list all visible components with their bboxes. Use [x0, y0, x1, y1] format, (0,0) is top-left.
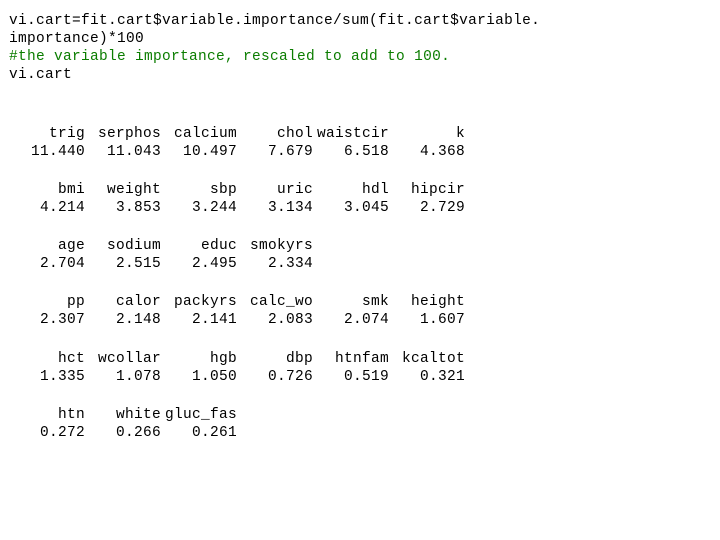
output-cell: 3.134 [237, 199, 313, 217]
output-cell: weight [85, 181, 161, 199]
output-cell [237, 424, 313, 442]
output-cell: chol [237, 125, 313, 143]
output-cell: 3.853 [85, 199, 161, 217]
output-cell: 2.074 [313, 311, 389, 329]
output-row: 11.44011.04310.4977.6796.5184.368 [9, 143, 711, 161]
output-cell: hdl [313, 181, 389, 199]
output-row: htnwhitegluc_fas [9, 406, 711, 424]
output-cell [389, 424, 465, 442]
output-cell: calc_wo [237, 293, 313, 311]
output-cell: 2.083 [237, 311, 313, 329]
output-cell: height [389, 293, 465, 311]
output-cell: 6.518 [313, 143, 389, 161]
output-cell: packyrs [161, 293, 237, 311]
output-cell: 2.141 [161, 311, 237, 329]
output-cell: 0.726 [237, 368, 313, 386]
code-comment: #the variable importance, rescaled to ad… [9, 48, 711, 66]
output-cell: 0.261 [161, 424, 237, 442]
output-cell: htnfam [313, 350, 389, 368]
output-cell [313, 255, 389, 273]
output-cell: htn [9, 406, 85, 424]
output-cell: 11.043 [85, 143, 161, 161]
output-cell: sodium [85, 237, 161, 255]
output-cell: 2.307 [9, 311, 85, 329]
output-row: bmiweightsbpurichdlhipcir [9, 181, 711, 199]
output-cell: smk [313, 293, 389, 311]
output-row: 1.3351.0781.0500.7260.5190.321 [9, 368, 711, 386]
output-cell: uric [237, 181, 313, 199]
code-line-3: vi.cart [9, 66, 711, 84]
output-cell: kcaltot [389, 350, 465, 368]
output-cell: smokyrs [237, 237, 313, 255]
output-cell: dbp [237, 350, 313, 368]
output-cell: gluc_fas [161, 406, 237, 424]
output-cell: 4.214 [9, 199, 85, 217]
output-row: ppcalorpackyrscalc_wosmkheight [9, 293, 711, 311]
output-cell: calor [85, 293, 161, 311]
output-cell [389, 255, 465, 273]
output-cell [313, 406, 389, 424]
output-cell: 1.607 [389, 311, 465, 329]
output-row: 2.3072.1482.1412.0832.0741.607 [9, 311, 711, 329]
output-cell: 2.334 [237, 255, 313, 273]
output-cell: wcollar [85, 350, 161, 368]
output-cell: 0.321 [389, 368, 465, 386]
output-cell [313, 424, 389, 442]
output-cell: pp [9, 293, 85, 311]
output-cell [389, 406, 465, 424]
output-cell: 11.440 [9, 143, 85, 161]
output-cell: 3.045 [313, 199, 389, 217]
output-cell: bmi [9, 181, 85, 199]
r-output-block: trigserphoscalciumcholwaistcirk11.44011.… [9, 105, 711, 443]
output-cell: 2.495 [161, 255, 237, 273]
output-cell: hgb [161, 350, 237, 368]
output-cell [389, 237, 465, 255]
output-cell: 4.368 [389, 143, 465, 161]
output-cell: white [85, 406, 161, 424]
output-row: 0.2720.2660.261 [9, 424, 711, 442]
output-cell: 10.497 [161, 143, 237, 161]
output-cell: k [389, 125, 465, 143]
output-cell: trig [9, 125, 85, 143]
output-cell: 2.148 [85, 311, 161, 329]
output-row: hctwcollarhgbdbphtnfamkcaltot [9, 350, 711, 368]
output-cell: 1.050 [161, 368, 237, 386]
output-cell: calcium [161, 125, 237, 143]
output-cell: age [9, 237, 85, 255]
output-cell: 3.244 [161, 199, 237, 217]
output-cell: serphos [85, 125, 161, 143]
output-row: 4.2143.8533.2443.1343.0452.729 [9, 199, 711, 217]
output-cell: hct [9, 350, 85, 368]
output-cell: hipcir [389, 181, 465, 199]
output-cell: 0.519 [313, 368, 389, 386]
output-cell: 0.272 [9, 424, 85, 442]
output-row: agesodiumeducsmokyrs [9, 237, 711, 255]
output-cell: waistcir [313, 125, 389, 143]
output-cell: 0.266 [85, 424, 161, 442]
output-cell: educ [161, 237, 237, 255]
code-line-1: vi.cart=fit.cart$variable.importance/sum… [9, 12, 711, 30]
output-cell: 2.515 [85, 255, 161, 273]
output-row: 2.7042.5152.4952.334 [9, 255, 711, 273]
output-cell: 2.704 [9, 255, 85, 273]
output-cell: 1.335 [9, 368, 85, 386]
output-cell [313, 237, 389, 255]
code-line-2: importance)*100 [9, 30, 711, 48]
output-cell: 1.078 [85, 368, 161, 386]
output-cell: 2.729 [389, 199, 465, 217]
output-cell [237, 406, 313, 424]
output-cell: sbp [161, 181, 237, 199]
output-cell: 7.679 [237, 143, 313, 161]
output-row: trigserphoscalciumcholwaistcirk [9, 125, 711, 143]
